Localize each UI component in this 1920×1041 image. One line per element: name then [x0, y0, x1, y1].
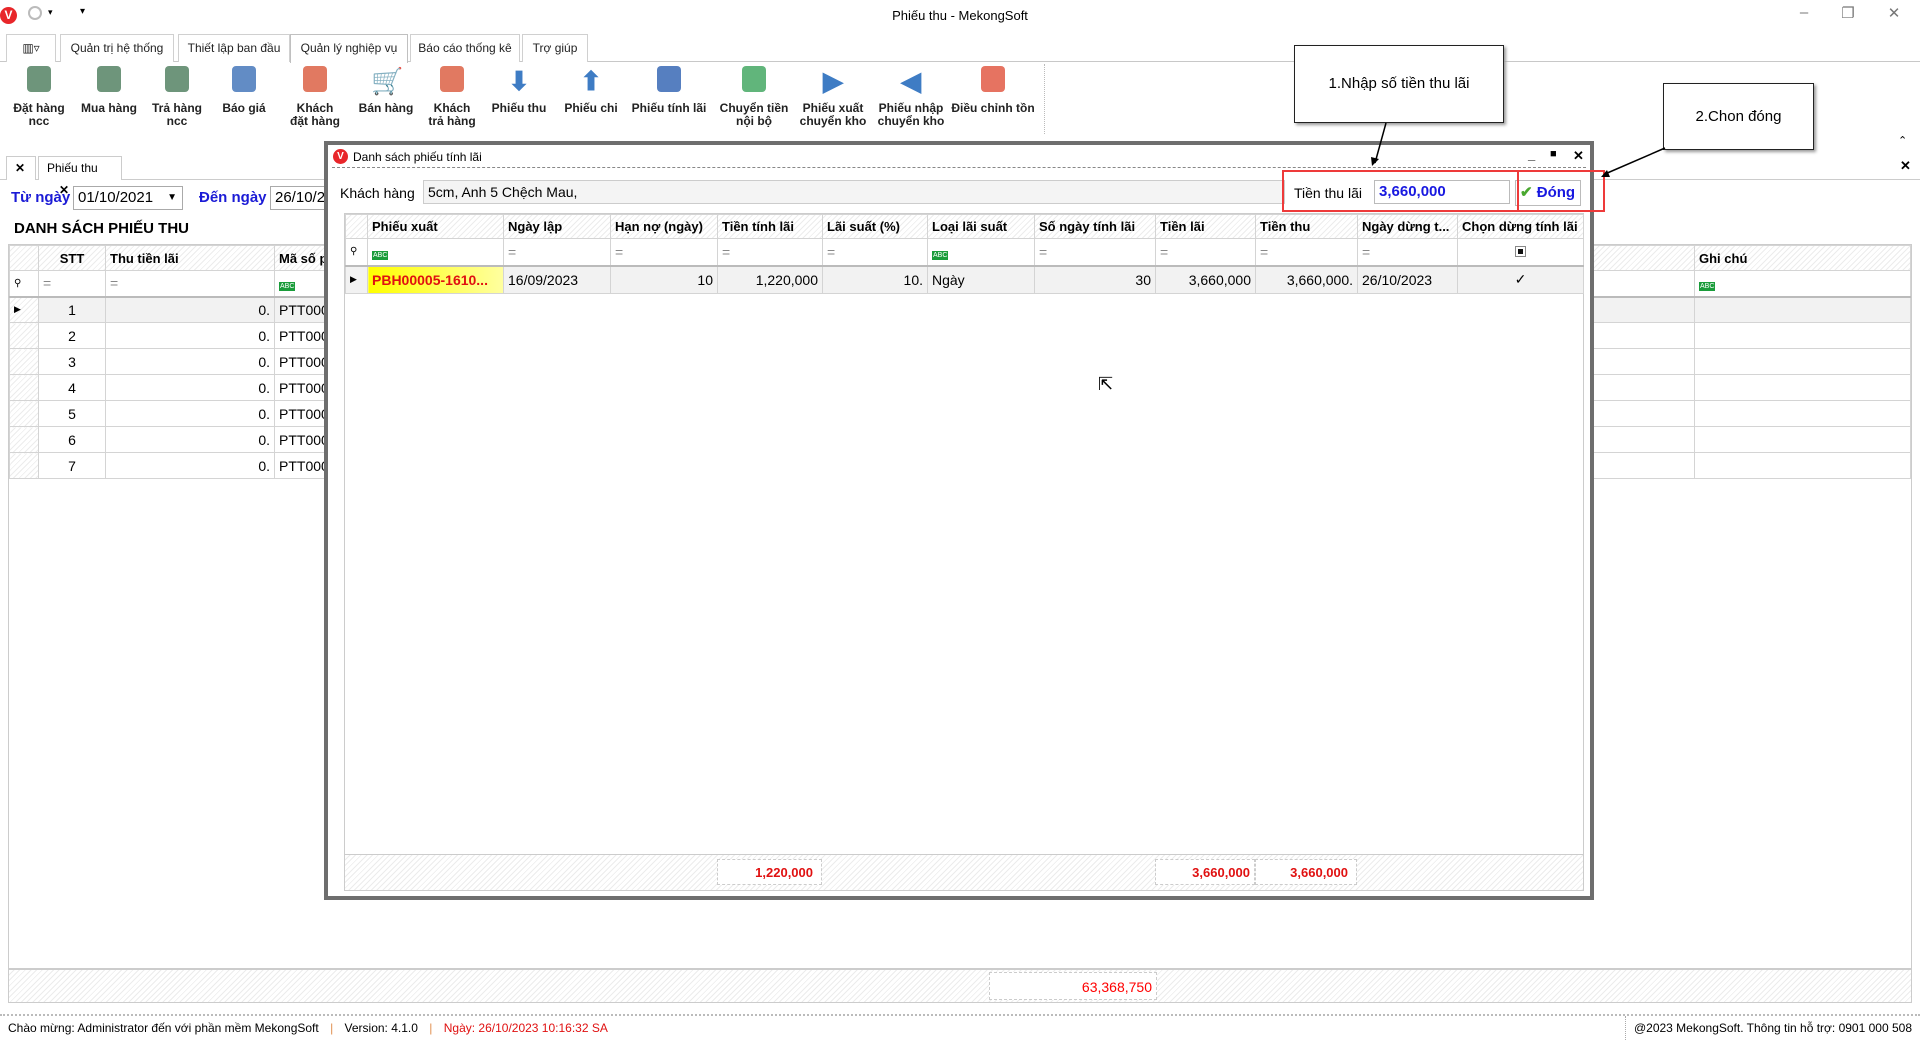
col-thu-tien-lai[interactable]: Thu tiền lãi [105, 245, 275, 271]
cell-stt: 6 [38, 426, 106, 453]
cell-ghi-chu [1694, 296, 1911, 323]
filter-cell[interactable]: = [1357, 238, 1458, 266]
cell-stt: 2 [38, 322, 106, 349]
filter-cell[interactable] [1457, 238, 1584, 266]
cell-2: 10 [610, 265, 718, 294]
filter-cell[interactable]: = [503, 238, 611, 266]
cell-3: 1,220,000 [717, 265, 823, 294]
cell-0: PBH00005-1610... [367, 265, 504, 294]
filter-cell[interactable]: = [610, 238, 718, 266]
row-pointer-icon: ▶ [345, 265, 368, 294]
cell-stt: 3 [38, 348, 106, 375]
filter-cell[interactable]: = [822, 238, 928, 266]
cell-5: Ngày [927, 265, 1035, 294]
col-4[interactable]: Lãi suất (%) [822, 214, 928, 239]
cell-stt: 4 [38, 374, 106, 401]
status-copyright: @2023 MekongSoft. Thông tin hỗ trợ: 0901… [1624, 1016, 1912, 1040]
cell-ghi-chu [1694, 348, 1911, 375]
interest-grid: Phiếu xuất Ngày lập Hạn nợ (ngày) Tiền tính… [344, 213, 1584, 891]
cell-ghi-chu [1694, 400, 1911, 427]
cell-thu-tien-lai: 0. [105, 374, 275, 401]
status-version: Version: 4.1.0 [344, 1021, 418, 1035]
total-tien-tinh-lai: 1,220,000 [717, 859, 822, 885]
cell-ghi-chu [1694, 452, 1911, 479]
cell-4: 10. [822, 265, 928, 294]
grid-footer: 63,368,750 [8, 969, 1912, 1003]
col-0[interactable]: Phiếu xuất [367, 214, 504, 239]
cell-ghi-chu [1694, 374, 1911, 401]
cell-ghi-chu [1694, 426, 1911, 453]
col-ghi-chu[interactable]: Ghi chú [1694, 245, 1911, 271]
row-indicator [9, 348, 39, 375]
col-10[interactable]: Chọn dừng tính lãi [1457, 214, 1584, 239]
cell-stt: 7 [38, 452, 106, 479]
col-2[interactable]: Hạn nợ (ngày) [610, 214, 718, 239]
cell-1: 16/09/2023 [503, 265, 611, 294]
filter-cell[interactable]: = [1034, 238, 1156, 266]
row-indicator [9, 452, 39, 479]
filter-stt[interactable]: = [38, 270, 106, 297]
filter-cell[interactable]: = [1255, 238, 1358, 266]
stop-interest-checkbox[interactable]: ✓ [1457, 265, 1584, 294]
cell-thu-tien-lai: 0. [105, 296, 275, 323]
interest-list-dialog: V Danh sách phiếu tính lãi _ ■ ✕ Khách h… [324, 141, 1605, 900]
row-indicator: ▶ [9, 296, 39, 323]
mouse-cursor-icon: ⇱ [1098, 374, 1114, 394]
col-stt[interactable]: STT [38, 245, 106, 271]
cell-stt: 5 [38, 400, 106, 427]
cell-6: 30 [1034, 265, 1156, 294]
cell-8: 3,660,000. [1255, 265, 1358, 294]
status-date: Ngày: 26/10/2023 10:16:32 SA [443, 1021, 608, 1035]
cell-thu-tien-lai: 0. [105, 348, 275, 375]
interest-grid-footer: 1,220,000 3,660,000 3,660,000 [345, 854, 1583, 890]
list-title: DANH SÁCH PHIẾU THU [14, 220, 190, 237]
cell-9: 26/10/2023 [1357, 265, 1458, 294]
cell-stt: 1 [38, 296, 106, 323]
filter-thu-tien-lai[interactable]: = [105, 270, 275, 297]
cell-thu-tien-lai: 0. [105, 322, 275, 349]
filter-cell[interactable]: ABC [367, 238, 504, 266]
col-5[interactable]: Loại lãi suất [927, 214, 1035, 239]
total-tien-lai: 3,660,000 [1155, 859, 1255, 885]
filter-ghi-chu[interactable]: ABC [1694, 270, 1911, 297]
filter-cell[interactable]: = [717, 238, 823, 266]
row-indicator-header [9, 245, 39, 271]
filter-row-icon: ⚲ [9, 270, 39, 297]
col-6[interactable]: Số ngày tính lãi [1034, 214, 1156, 239]
cell-thu-tien-lai: 0. [105, 426, 275, 453]
col-9[interactable]: Ngày dừng t... [1357, 214, 1458, 239]
row-indicator-header [345, 214, 368, 239]
cell-thu-tien-lai: 0. [105, 452, 275, 479]
cell-7: 3,660,000 [1155, 265, 1256, 294]
callout-arrows [1371, 122, 1666, 177]
total-tien-thu: 3,660,000 [1255, 859, 1357, 885]
col-1[interactable]: Ngày lập [503, 214, 611, 239]
table-row[interactable]: ▶ PBH00005-1610... 16/09/2023 10 1,220,000 10… [345, 265, 1584, 294]
filter-cell[interactable]: ABC [927, 238, 1035, 266]
cell-ghi-chu [1694, 322, 1911, 349]
total-amount: 63,368,750 [989, 972, 1157, 1000]
col-3[interactable]: Tiền tính lãi [717, 214, 823, 239]
col-8[interactable]: Tiền thu [1255, 214, 1358, 239]
row-indicator [9, 322, 39, 349]
status-bar: Chào mừng: Administrator đến với phần mề… [0, 1014, 1920, 1041]
filter-row-icon: ⚲ [345, 238, 368, 266]
col-7[interactable]: Tiền lãi [1155, 214, 1256, 239]
cell-thu-tien-lai: 0. [105, 400, 275, 427]
row-indicator [9, 400, 39, 427]
filter-cell[interactable]: = [1155, 238, 1256, 266]
row-indicator [9, 426, 39, 453]
status-welcome: Chào mừng: Administrator đến với phần mề… [8, 1021, 319, 1035]
row-indicator [9, 374, 39, 401]
